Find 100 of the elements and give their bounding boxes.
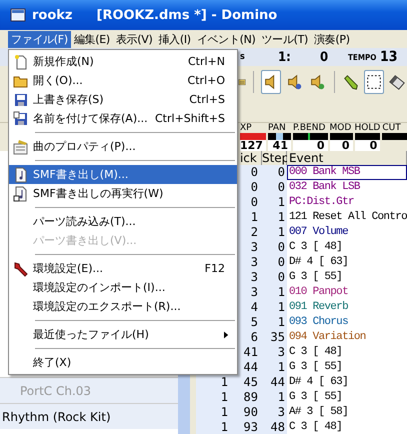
step-cell: 1 [278,360,285,374]
track-name: PortC Ch.03 [19,384,92,398]
tick-cell: 3 [250,240,258,254]
tick-cell: 89 [244,390,258,404]
gauge-bar [292,133,328,140]
menu-item[interactable]: 環境設定のインポート(I)... [9,278,237,297]
step-cell: 1 [278,195,285,209]
step-cell: 44 [270,375,285,389]
eraser-icon [388,73,406,91]
tick-cell: 3 [250,270,258,284]
menu-item[interactable]: 編集(E) [70,30,113,48]
gauge-value: 0 [354,140,380,151]
step-cell: 0 [278,180,285,194]
tick-cell: 6 [250,330,258,344]
music-file-icon [13,166,29,182]
tick-cell: 1 [250,210,258,224]
gauge-bar [382,133,407,140]
gauge-value: 0 [292,140,328,151]
position-label: s [240,52,246,62]
event-cell[interactable]: 032 Bank LSB [286,180,407,195]
new-file-icon [13,54,29,70]
step-cell: 48 [270,420,285,434]
menu-item[interactable]: 終了(X) [9,353,237,372]
event-cell[interactable]: D# 4 [ 63] [286,375,407,390]
column-header[interactable]: Event [286,151,407,165]
measure-value: 1: [278,50,292,64]
event-cell[interactable]: PC:Dist.Gtr [286,195,407,210]
tick-cell: 3 [250,285,258,299]
step-cell: 1 [278,210,285,224]
menu-item[interactable]: 最近使ったファイル(H) [9,325,237,344]
tempo-label: TEMPO [348,52,378,62]
gauge-label: PAN [268,123,287,133]
step-cell: 0 [278,255,285,269]
menu-item[interactable]: 環境設定のエクスポート(R)... [9,297,237,316]
tick-cell: 4 [250,300,258,314]
event-cell[interactable]: D# 4 [ 63] [286,255,407,270]
event-cell[interactable]: 000 Bank MSB [286,165,407,180]
event-cell[interactable]: C 3 [ 48] [286,420,407,434]
gauge-bar [354,133,380,140]
menu-item[interactable]: SMF書き出し(M)... [9,165,237,184]
menu-item[interactable]: 挿入(I) [155,30,194,48]
menu-item[interactable]: イベント(N) [194,30,259,48]
event-cell[interactable]: 093 Chorus [286,315,407,330]
tick-cell: 5 [250,315,258,329]
menu-item[interactable]: 演奏(P) [311,30,353,48]
step-cell: 0 [278,240,285,254]
event-cell[interactable]: C 3 [ 48] [286,345,407,360]
track-row[interactable]: Rhythm (Rock Kit) [0,403,178,429]
menu-item[interactable]: ファイル(F) [8,30,71,48]
gauge-label: MOD [330,123,352,133]
gauge-value: 0 [330,140,353,151]
floppy-icon [13,92,29,108]
music-file-shortcut-icon [13,186,29,202]
step-cell: 1 [278,225,285,239]
step-cell: 0 [278,165,285,179]
gauge-label: P.BEND [292,123,326,133]
window-title: [ROOKZ.dms *] - Domino [96,8,278,22]
measure-cell: 1 [220,420,228,434]
step-cell: 3 [278,405,285,419]
measure-cell: 1 [220,405,228,419]
gauge-label: HOLD [354,123,380,133]
pencil-icon [342,73,360,91]
tick-cell: 90 [244,405,258,419]
event-cell[interactable]: A# 3 [ 58] [286,405,407,420]
selection-icon [365,73,383,91]
event-cell[interactable]: 121 Reset All Contro [286,210,407,225]
menu-item[interactable]: ツール(T) [258,30,312,48]
menu-item[interactable]: 表示(V) [112,30,156,48]
select-button[interactable] [364,70,384,94]
gauge-value: 127 [240,140,266,151]
menu-item[interactable]: SMF書き出しの再実行(W) [9,184,237,203]
menu-item[interactable]: 新規作成(N) Ctrl+N [9,52,237,71]
tick-cell: 0 [250,180,258,194]
menu-item[interactable]: 上書き保存(S) Ctrl+S [9,90,237,109]
event-cell[interactable]: 007 Volume [286,225,407,240]
tick-cell: 3 [250,255,258,269]
event-cell[interactable]: G 3 [ 55] [286,390,407,405]
tick-value: 0 [320,50,330,64]
tick-cell: 93 [244,420,258,434]
menu-item[interactable]: 開く(O)... Ctrl+O [9,71,237,90]
event-cell[interactable]: 094 Variation [286,330,407,345]
event-cell[interactable]: C 3 [ 48] [286,240,407,255]
speaker-button[interactable] [260,70,281,94]
tick-cell: 41 [244,345,258,359]
event-cell[interactable]: 091 Reverb [286,300,407,315]
window-title: rookz [32,8,72,22]
menu-item[interactable]: パーツ読み込み(T)... [9,212,237,231]
gauge-bar [240,133,266,140]
step-cell: 3 [278,345,285,359]
menu-item[interactable]: 環境設定(E)... F12 [9,259,237,278]
menu-item[interactable]: 名前を付けて保存(A)... Ctrl+Shift+S [9,109,237,128]
tick-cell: 2 [250,225,258,239]
gauge-value: 41 [268,140,291,151]
event-cell[interactable]: G 3 [ 55] [286,270,407,285]
event-cell[interactable]: G 3 [ 55] [286,360,407,375]
step-cell: 1 [278,285,285,299]
track-name: Rhythm (Rock Kit) [1,410,111,424]
gauge-bar [330,133,353,140]
tempo-value: 13 [380,49,398,65]
event-cell[interactable]: 010 Panpot [286,285,407,300]
